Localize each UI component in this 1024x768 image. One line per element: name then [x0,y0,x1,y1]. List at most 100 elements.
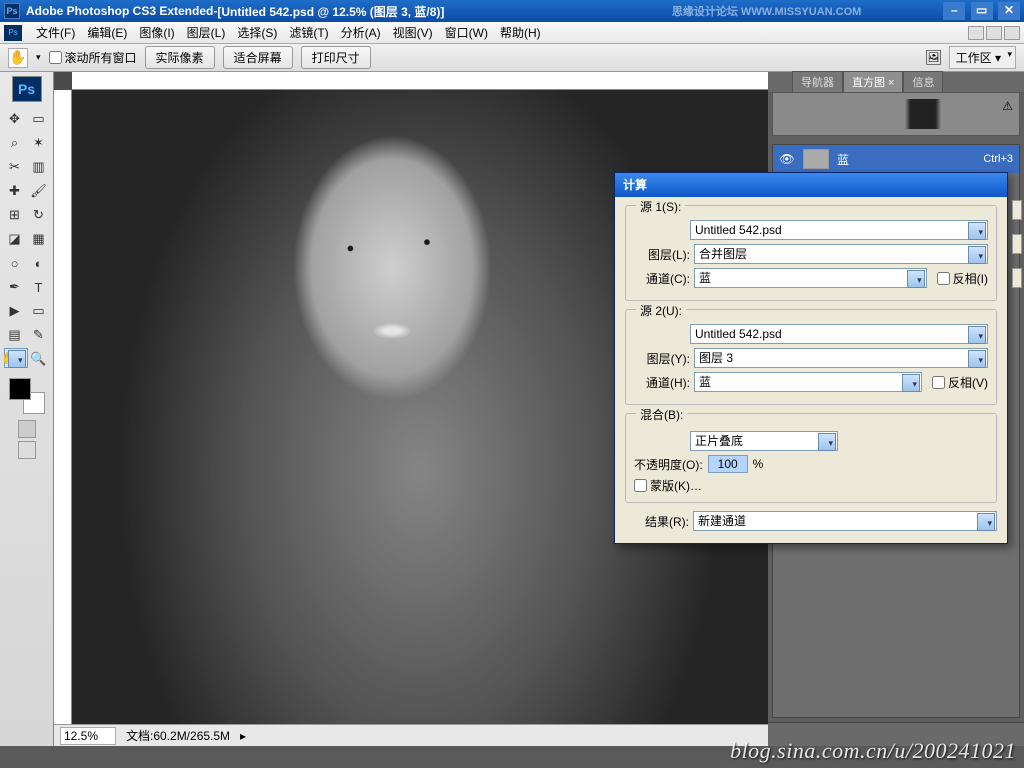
tab-histogram[interactable]: 直方图 × [843,71,903,92]
dodge-tool[interactable]: ◐ [28,252,50,274]
blend-select[interactable]: 正片叠底 [690,431,838,451]
title-bar: Ps Adobe Photoshop CS3 Extended - [Untit… [0,0,1024,22]
layer-y-select[interactable]: 图层 3 [694,348,988,368]
channel-row-blue[interactable]: 👁 蓝 Ctrl+3 [773,145,1019,173]
channel-c-select[interactable]: 蓝 [694,268,927,288]
minimize-button[interactable]: – [943,2,965,20]
eraser-tool[interactable]: ◪ [4,228,26,250]
actual-pixels-button[interactable]: 实际像素 [145,46,215,69]
history-brush-tool[interactable]: ↻ [28,204,50,226]
nav-panel-tabs: 导航器 直方图 × 信息 [768,72,1024,92]
source1-group: 源 1(S): Untitled 542.psd 图层(L): 合并图层 通道(… [625,205,997,301]
layer-y-label: 图层(Y): [634,350,690,367]
path-select-tool[interactable]: ▶ [4,300,26,322]
status-arrow-icon[interactable]: ▸ [240,729,246,743]
blur-tool[interactable]: ○ [4,252,26,274]
eyedropper-tool[interactable]: ✎ [28,324,50,346]
source2-label: 源 2(U): [636,302,686,319]
mask-checkbox[interactable]: 蒙版(K)… [634,477,988,494]
menu-select[interactable]: 选择(S) [231,24,283,41]
source2-select[interactable]: Untitled 542.psd [690,324,988,344]
blending-group: 混合(B): 正片叠底 不透明度(O): % 蒙版(K)… [625,413,997,503]
quick-select-tool[interactable]: ✶ [28,132,50,154]
invert-v-checkbox[interactable]: 反相(V) [932,374,988,391]
scroll-all-checkbox[interactable]: 滚动所有窗口 [49,49,137,66]
source2-group: 源 2(U): Untitled 542.psd 图层(Y): 图层 3 通道(… [625,309,997,405]
document-title: [Untitled 542.psd @ 12.5% (图层 3, 蓝/8)] [217,3,444,20]
dialog-ok-button[interactable] [1012,200,1022,220]
forum-watermark: 思缘设计论坛 WWW.MISSYUAN.COM [672,3,861,19]
channel-name: 蓝 [837,151,849,168]
menu-image[interactable]: 图像(I) [133,24,180,41]
menu-bar: Ps 文件(F) 编辑(E) 图像(I) 图层(L) 选择(S) 滤镜(T) 分… [0,22,1024,44]
doc-minimize-button[interactable] [968,26,984,40]
histogram-graph [806,99,986,129]
doc-restore-button[interactable] [986,26,1002,40]
blog-watermark: blog.sina.com.cn/u/200241021 [730,738,1016,764]
menu-analysis[interactable]: 分析(A) [335,24,387,41]
menu-filter[interactable]: 滤镜(T) [283,24,334,41]
opacity-label: 不透明度(O): [634,456,703,473]
healing-tool[interactable]: ✚ [4,180,26,202]
tab-info[interactable]: 信息 [903,71,943,92]
ps-mini-icon[interactable]: Ps [4,25,22,41]
slice-tool[interactable]: ▥ [28,156,50,178]
result-select[interactable]: 新建通道 [693,511,997,531]
histogram-panel: ⚠ [772,92,1020,136]
channel-shortcut: Ctrl+3 [983,153,1013,165]
window-controls: – ▭ ✕ [941,2,1020,20]
menu-file[interactable]: 文件(F) [30,24,81,41]
visibility-icon[interactable]: 👁 [779,152,795,166]
stamp-tool[interactable]: ⊞ [4,204,26,226]
gradient-tool[interactable]: ▦ [28,228,50,250]
ps-badge-icon: Ps [12,76,42,102]
menu-layer[interactable]: 图层(L) [181,24,232,41]
invert-i-checkbox[interactable]: 反相(I) [937,270,988,287]
app-title: Adobe Photoshop CS3 Extended [26,4,213,18]
shape-tool[interactable]: ▭ [28,300,50,322]
menu-edit[interactable]: 编辑(E) [81,24,133,41]
calculations-dialog: 计算 源 1(S): Untitled 542.psd 图层(L): 合并图层 … [614,172,1008,544]
screen-mode-button[interactable] [18,441,36,459]
app-icon: Ps [4,3,20,19]
pen-tool[interactable]: ✒ [4,276,26,298]
source1-select[interactable]: Untitled 542.psd [690,220,988,240]
marquee-tool[interactable]: ▭ [28,108,50,130]
tab-navigator[interactable]: 导航器 [792,71,843,92]
channel-c-label: 通道(C): [634,270,690,287]
ruler-vertical [54,90,72,724]
dialog-cancel-button[interactable] [1012,234,1022,254]
layer-l-label: 图层(L): [634,246,690,263]
dialog-title[interactable]: 计算 [615,173,1007,197]
zoom-tool[interactable]: 🔍 [28,348,50,370]
move-tool[interactable]: ✥ [4,108,26,130]
color-swatches[interactable] [9,378,45,414]
maximize-button[interactable]: ▭ [971,2,993,20]
menu-view[interactable]: 视图(V) [387,24,439,41]
menu-help[interactable]: 帮助(H) [494,24,547,41]
type-tool[interactable]: T [28,276,50,298]
dialog-preview-checkbox[interactable] [1012,268,1022,288]
hand-tool-preset[interactable]: ✋ [8,48,28,68]
quick-mask-button[interactable] [18,420,36,438]
menu-window[interactable]: 窗口(W) [439,24,494,41]
print-size-button[interactable]: 打印尺寸 [301,46,371,69]
layer-l-select[interactable]: 合并图层 [694,244,988,264]
channel-h-select[interactable]: 蓝 [694,372,922,392]
source1-label: 源 1(S): [636,198,685,215]
lasso-tool[interactable]: ⌕ [4,132,26,154]
brush-tool[interactable]: 🖌 [28,180,50,202]
opacity-input[interactable] [708,455,748,473]
doc-close-button[interactable] [1004,26,1020,40]
hand-tool[interactable]: ✋ [4,348,28,368]
notes-tool[interactable]: ▤ [4,324,26,346]
zoom-field[interactable]: 12.5% [60,727,116,745]
crop-tool[interactable]: ✂ [4,156,26,178]
go-to-bridge-icon[interactable]: 🖼 [925,49,943,66]
warning-icon[interactable]: ⚠ [1002,99,1013,113]
workspace-dropdown[interactable]: 工作区 ▾ [949,46,1016,69]
ruler-horizontal [72,72,768,90]
doc-info: 文档:60.2M/265.5M [126,727,230,744]
close-button[interactable]: ✕ [998,2,1020,20]
fit-screen-button[interactable]: 适合屏幕 [223,46,293,69]
